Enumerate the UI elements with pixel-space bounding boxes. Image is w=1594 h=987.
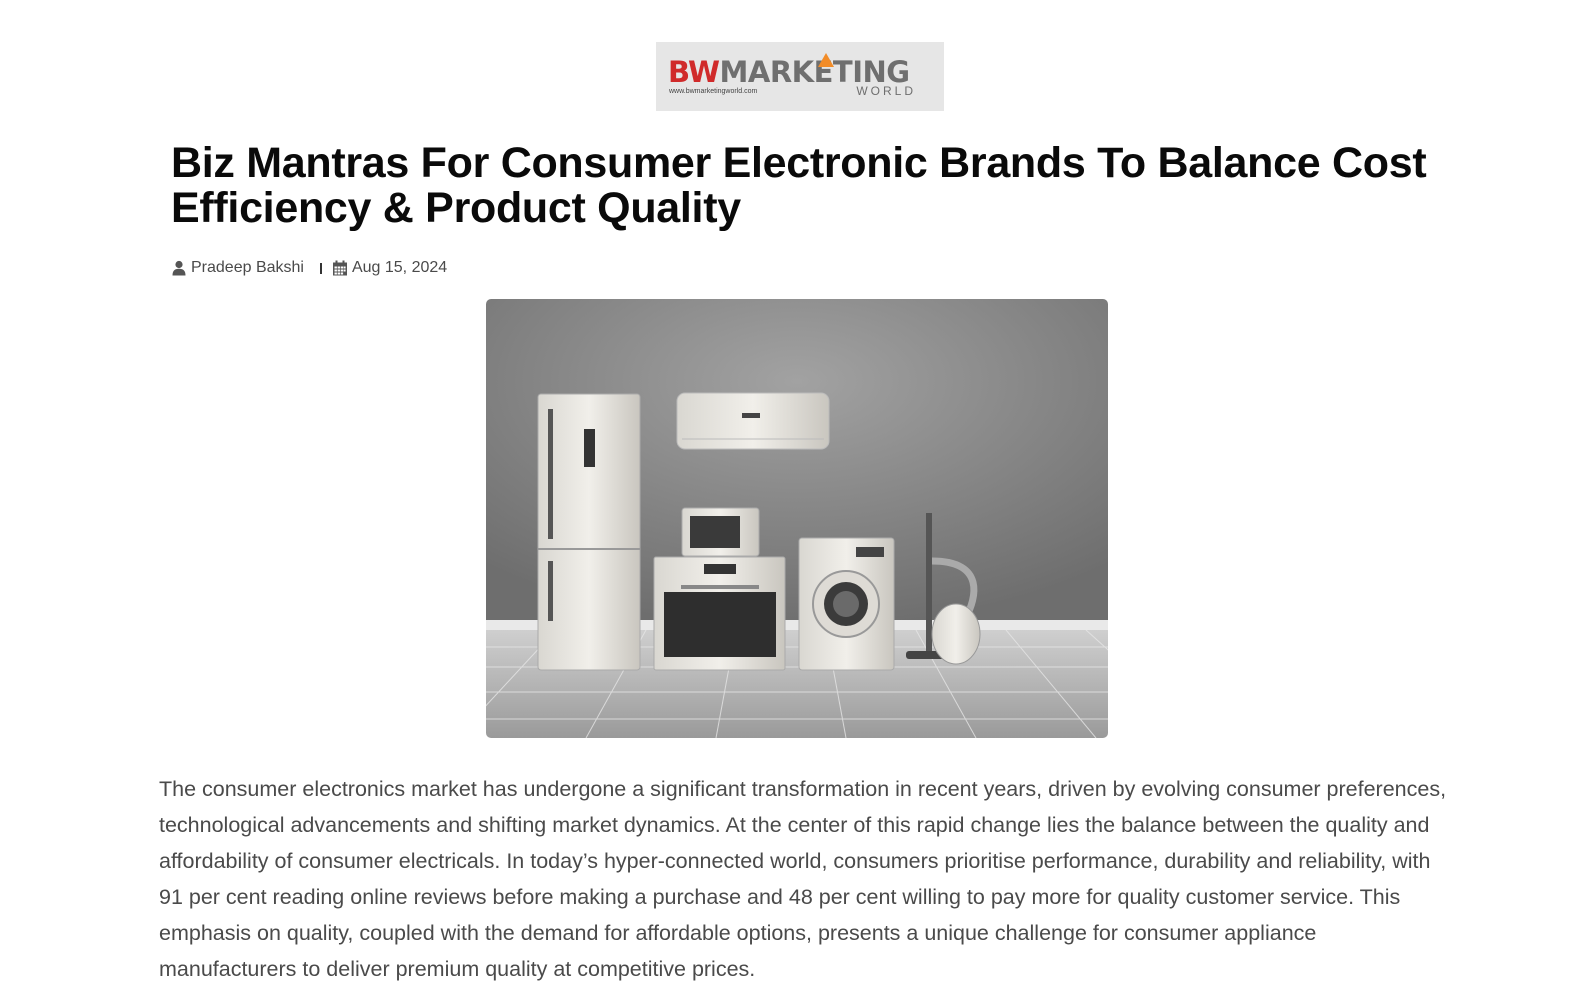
logo-bw-text: BW (668, 55, 720, 89)
calendar-icon (332, 260, 348, 276)
article-body: The consumer electronics market has unde… (159, 777, 1447, 981)
user-icon (171, 260, 187, 276)
logo-spark-icon (818, 53, 834, 67)
publish-date: Aug 15, 2024 (351, 259, 448, 276)
logo-world-text: WORLD (856, 84, 916, 98)
article-byline: Pradeep Bakshi Aug 15, 2024 (171, 257, 447, 279)
article-title: Biz Mantras For Consumer Electronic Bran… (171, 139, 1427, 232)
appliances-illustration (486, 299, 1108, 738)
author-name[interactable]: Pradeep Bakshi (191, 259, 304, 277)
hero-image (486, 299, 1108, 738)
byline-separator (319, 262, 322, 274)
site-logo[interactable]: BWMARKETING WORLD www.bwmarketingworld.c… (656, 42, 944, 111)
logo-url-text: www.bwmarketingworld.com (669, 88, 758, 95)
